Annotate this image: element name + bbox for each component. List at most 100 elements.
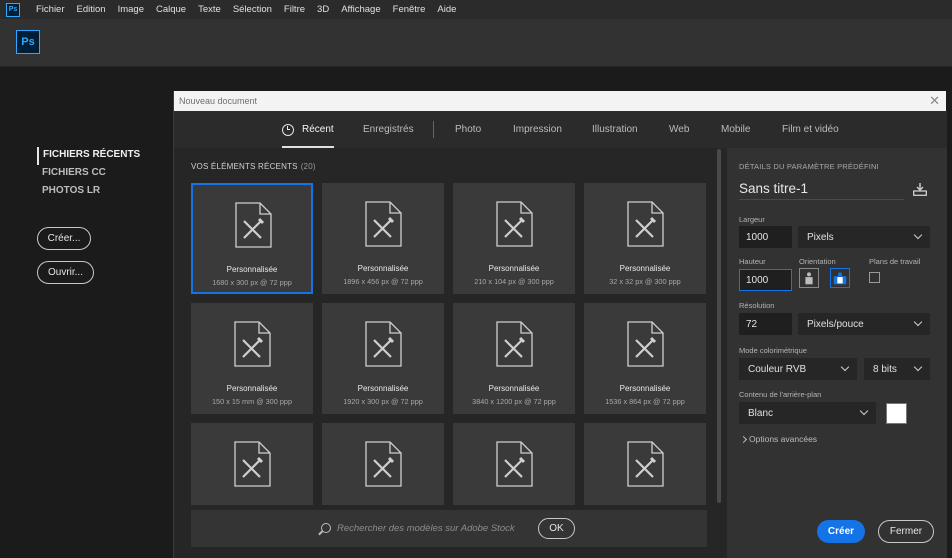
scrollbar-thumb[interactable] (717, 149, 721, 503)
background-label: Contenu de l'arrière-plan (739, 390, 822, 399)
preset-size: 1920 x 300 px @ 72 ppp (343, 397, 423, 406)
preset-card[interactable] (584, 423, 706, 505)
menu-fichier[interactable]: Fichier (30, 4, 71, 15)
width-input[interactable]: 1000 (739, 226, 792, 248)
app-header: Ps (0, 19, 952, 67)
advanced-options-toggle[interactable]: Options avancées (739, 434, 817, 444)
menu-fenetre[interactable]: Fenêtre (387, 4, 432, 15)
preset-size: 32 x 32 px @ 300 ppp (609, 277, 681, 286)
preset-name: Personnalisée (488, 384, 540, 393)
chevron-down-icon (913, 362, 923, 372)
document-name-input[interactable]: Sans titre-1 (739, 181, 904, 200)
menu-selection[interactable]: Sélection (227, 4, 278, 15)
preset-details-panel: DÉTAILS DU PARAMÈTRE PRÉDÉFINI Sans titr… (727, 148, 947, 558)
document-icon (234, 441, 271, 487)
nav-fichiers-recents[interactable]: FICHIERS RÉCENTS (37, 147, 140, 165)
preset-card[interactable]: Personnalisée 1896 x 456 px @ 72 ppp (322, 183, 444, 294)
preset-size: 1896 x 456 px @ 72 ppp (343, 277, 423, 286)
portrait-orientation-icon[interactable] (799, 268, 819, 288)
grid-scrollbar[interactable] (717, 149, 722, 505)
chevron-down-icon (913, 317, 923, 327)
document-icon (496, 441, 533, 487)
document-icon (365, 321, 402, 367)
recent-header: VOS ÉLÉMENTS RÉCENTS (20) (191, 162, 316, 171)
bit-depth-select[interactable]: 8 bits (864, 358, 930, 380)
home-nav: FICHIERS RÉCENTS FICHIERS CC PHOTOS LR (37, 147, 140, 201)
color-mode-label: Mode colorimétrique (739, 346, 807, 355)
preset-size: 3840 x 1200 px @ 72 ppp (472, 397, 556, 406)
background-select[interactable]: Blanc (739, 402, 876, 424)
width-unit-select[interactable]: Pixels (798, 226, 930, 248)
preset-tabs: Récent Enregistrés Photo Impression Illu… (174, 111, 947, 148)
tab-enregistres[interactable]: Enregistrés (363, 111, 414, 148)
home-open-button[interactable]: Ouvrir... (37, 261, 94, 284)
chevron-down-icon (859, 406, 869, 416)
document-icon (365, 201, 402, 247)
preset-card[interactable]: Personnalisée 150 x 15 mm @ 300 ppp (191, 303, 313, 414)
create-button[interactable]: Créer (817, 520, 865, 543)
tab-mobile[interactable]: Mobile (721, 111, 750, 148)
document-icon (627, 441, 664, 487)
menu-edition[interactable]: Edition (71, 4, 112, 15)
dialog-titlebar: Nouveau document ✕ (174, 91, 946, 111)
search-ok-button[interactable]: OK (538, 518, 575, 539)
width-label: Largeur (739, 215, 765, 224)
preset-size: 150 x 15 mm @ 300 ppp (211, 397, 293, 406)
preset-card[interactable]: Personnalisée 1680 x 300 px @ 72 ppp (191, 183, 313, 294)
clock-icon (282, 123, 294, 136)
menu-filtre[interactable]: Filtre (278, 4, 311, 15)
tab-recent[interactable]: Récent (282, 111, 334, 148)
resolution-input[interactable]: 72 (739, 313, 792, 335)
document-icon (496, 201, 533, 247)
menu-bar: Ps Fichier Edition Image Calque Texte Sé… (0, 0, 952, 19)
artboards-checkbox[interactable] (869, 272, 880, 283)
menu-affichage[interactable]: Affichage (335, 4, 386, 15)
close-button[interactable]: Fermer (878, 520, 934, 543)
tab-photo[interactable]: Photo (455, 111, 481, 148)
preset-size: 1680 x 300 px @ 72 ppp (212, 278, 292, 287)
tab-web[interactable]: Web (669, 111, 689, 148)
menu-image[interactable]: Image (112, 4, 150, 15)
preset-card[interactable]: Personnalisée 1920 x 300 px @ 72 ppp (322, 303, 444, 414)
preset-name: Personnalisée (357, 264, 409, 273)
preset-card[interactable]: Personnalisée 32 x 32 px @ 300 ppp (584, 183, 706, 294)
nav-fichiers-cc[interactable]: FICHIERS CC (37, 165, 140, 183)
document-icon (234, 321, 271, 367)
home-create-button[interactable]: Créer... (37, 227, 91, 250)
preset-card[interactable] (322, 423, 444, 505)
preset-card[interactable] (191, 423, 313, 505)
orientation-label: Orientation (799, 257, 836, 266)
stock-search-bar: OK (191, 510, 707, 547)
tab-impression[interactable]: Impression (513, 111, 562, 148)
preset-card[interactable]: Personnalisée 1536 x 864 px @ 72 ppp (584, 303, 706, 414)
save-preset-icon[interactable] (913, 183, 927, 196)
preset-name: Personnalisée (226, 384, 278, 393)
preset-size: 1536 x 864 px @ 72 ppp (605, 397, 685, 406)
close-icon[interactable]: ✕ (929, 93, 940, 109)
menu-texte[interactable]: Texte (192, 4, 227, 15)
landscape-orientation-icon[interactable] (830, 268, 850, 288)
photoshop-logo-icon: Ps (6, 2, 20, 17)
chevron-down-icon (913, 230, 923, 240)
chevron-right-icon (739, 435, 748, 444)
menu-3d[interactable]: 3D (311, 4, 335, 15)
height-input[interactable]: 1000 (739, 269, 792, 291)
tab-illustration[interactable]: Illustration (592, 111, 638, 148)
stock-search-input[interactable] (337, 520, 527, 537)
preset-card[interactable] (453, 423, 575, 505)
nav-photos-lr[interactable]: PHOTOS LR (37, 183, 140, 201)
preset-size: 210 x 104 px @ 300 ppp (474, 277, 554, 286)
preset-card[interactable]: Personnalisée 3840 x 1200 px @ 72 ppp (453, 303, 575, 414)
artboards-label: Plans de travail (869, 257, 921, 266)
chevron-down-icon (840, 362, 850, 372)
tab-film-video[interactable]: Film et vidéo (782, 111, 839, 148)
menu-aide[interactable]: Aide (431, 4, 462, 15)
preset-card[interactable]: Personnalisée 210 x 104 px @ 300 ppp (453, 183, 575, 294)
color-mode-select[interactable]: Couleur RVB (739, 358, 857, 380)
tab-divider (433, 121, 434, 138)
menu-calque[interactable]: Calque (150, 4, 192, 15)
resolution-unit-select[interactable]: Pixels/pouce (798, 313, 930, 335)
document-icon (235, 202, 272, 248)
background-color-swatch[interactable] (886, 403, 907, 424)
preset-name: Personnalisée (619, 384, 671, 393)
